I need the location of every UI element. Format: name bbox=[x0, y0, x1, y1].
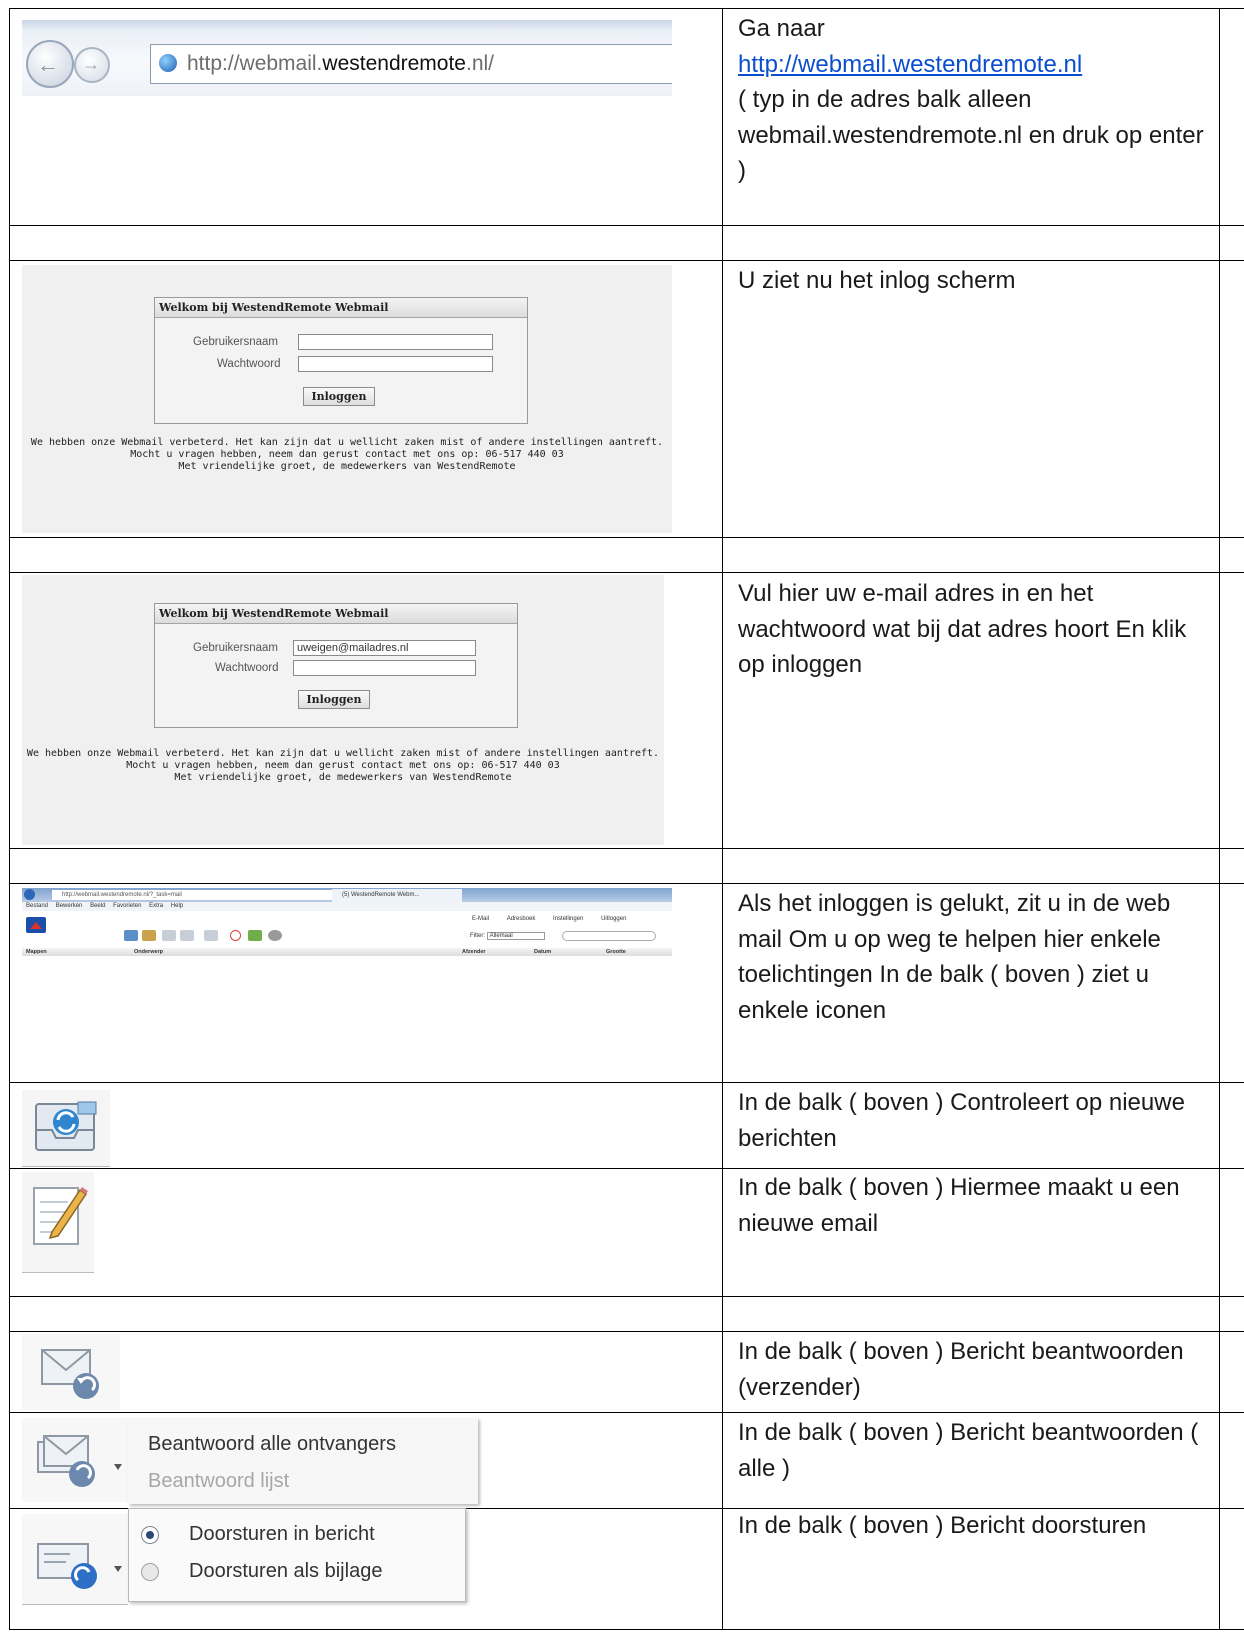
login-notice-line3: Met vriendelijke groet, de medewerkers v… bbox=[178, 461, 516, 472]
menu-bestand[interactable]: Bestand bbox=[26, 903, 48, 909]
login-filled-screenshot: Welkom bij WestendRemote Webmail Gebruik… bbox=[22, 575, 664, 845]
col-size[interactable]: Grootte bbox=[606, 948, 626, 956]
webmail-logo bbox=[26, 917, 46, 933]
instruction-check-mail: In de balk ( boven ) Controleert op nieu… bbox=[738, 1089, 1185, 1152]
instruction-compose: In de balk ( boven ) Hiermee maakt u een… bbox=[738, 1174, 1180, 1237]
login-title: Welkom bij WestendRemote Webmail bbox=[155, 604, 517, 624]
spam-icon[interactable] bbox=[248, 930, 262, 941]
forward-button[interactable]: → bbox=[74, 47, 110, 83]
menu-item-reply-all[interactable]: Beantwoord alle ontvangers bbox=[148, 1433, 396, 1456]
addressbook-link[interactable]: Adresboek bbox=[507, 916, 536, 922]
login-button[interactable]: Inloggen bbox=[298, 690, 370, 709]
check-mail-icon[interactable] bbox=[124, 930, 138, 941]
address-text: http://webmail.westendremote.nl/ bbox=[187, 52, 494, 75]
message-list-header: Mappen Onderwerp Afzender Datum Grootte bbox=[22, 948, 672, 956]
menu-favorieten[interactable]: Favorieten bbox=[113, 903, 141, 909]
instruction-address-bar-hint: ( typ in de adres balk alleen webmail.we… bbox=[738, 86, 1204, 184]
login-notice-line1: We hebben onze Webmail verbeterd. Het ka… bbox=[30, 437, 664, 448]
forward-icon[interactable] bbox=[204, 930, 218, 941]
menu-extra[interactable]: Extra bbox=[149, 903, 163, 909]
login-panel: Welkom bij WestendRemote Webmail Gebruik… bbox=[154, 603, 518, 728]
radio-unselected-icon[interactable] bbox=[141, 1563, 159, 1581]
login-screen-screenshot: Welkom bij WestendRemote Webmail Gebruik… bbox=[22, 265, 672, 533]
menu-help[interactable]: Help bbox=[171, 903, 183, 909]
login-notice-line1: We hebben onze Webmail verbeterd. Het ka… bbox=[26, 748, 660, 759]
reply-icon[interactable] bbox=[162, 930, 176, 941]
login-notice-line2: Mocht u vragen hebben, neem dan gerust c… bbox=[130, 449, 564, 460]
email-link[interactable]: E-Mail bbox=[472, 916, 489, 922]
browser-menu-bar: Bestand Bewerken Beeld Favorieten Extra … bbox=[22, 902, 672, 911]
settings-link[interactable]: Instellingen bbox=[553, 916, 583, 922]
webmail-link[interactable]: http://webmail.westendremote.nl bbox=[738, 51, 1082, 78]
username-field[interactable]: uweigen@mailadres.nl bbox=[293, 640, 476, 656]
webmail-screenshot: http://webmail.westendremote.nl/?_task=m… bbox=[22, 888, 672, 971]
instruction-forward: In de balk ( boven ) Bericht doorsturen bbox=[738, 1512, 1147, 1539]
reply-all-menu: Beantwoord alle ontvangers Beantwoord li… bbox=[128, 1418, 478, 1504]
username-label: Gebruikersnaam bbox=[193, 336, 279, 348]
login-button[interactable]: Inloggen bbox=[303, 387, 375, 406]
instruction-go-to-label: Ga naar bbox=[738, 15, 825, 42]
browser-address-bar-screenshot: ← → http://webmail.westendremote.nl/ bbox=[22, 20, 672, 96]
forward-arrow-icon: → bbox=[82, 54, 100, 74]
menu-item-forward-attachment[interactable]: Doorsturen als bijlage bbox=[189, 1560, 382, 1583]
password-label: Wachtwoord bbox=[217, 358, 281, 370]
compose-icon bbox=[22, 1172, 94, 1273]
instruction-login-screen: U ziet nu het inlog scherm bbox=[738, 267, 1016, 294]
login-notice-line2: Mocht u vragen hebben, neem dan gerust c… bbox=[126, 760, 560, 771]
instruction-webmail-intro: Als het inloggen is gelukt, zit u in de … bbox=[738, 890, 1171, 1024]
back-arrow-icon: ← bbox=[37, 52, 59, 77]
col-folders: Mappen bbox=[26, 949, 47, 955]
reply-all-icon[interactable] bbox=[180, 930, 194, 941]
compose-icon[interactable] bbox=[142, 930, 156, 941]
delete-icon[interactable] bbox=[230, 930, 241, 941]
filter-select[interactable]: Allemaal bbox=[486, 932, 545, 940]
menu-bewerken[interactable]: Bewerken bbox=[56, 903, 83, 909]
username-label: Gebruikersnaam bbox=[193, 642, 279, 654]
address-field[interactable]: http://webmail.westendremote.nl/ bbox=[150, 44, 672, 84]
forward-menu: Doorsturen in bericht Doorsturen als bij… bbox=[128, 1508, 466, 1602]
password-label: Wachtwoord bbox=[215, 662, 279, 674]
reply-icon bbox=[22, 1334, 120, 1410]
instruction-fill-login: Vul hier uw e-mail adres in en het wacht… bbox=[738, 580, 1187, 678]
search-input[interactable] bbox=[562, 931, 656, 941]
logout-link[interactable]: Uitloggen bbox=[601, 916, 626, 922]
forward-icon bbox=[22, 1514, 128, 1605]
back-button[interactable] bbox=[24, 889, 35, 900]
menu-beeld[interactable]: Beeld bbox=[90, 903, 105, 909]
login-title: Welkom bij WestendRemote Webmail bbox=[155, 298, 527, 318]
page-globe-icon bbox=[159, 54, 177, 72]
check-mail-icon bbox=[22, 1090, 110, 1167]
password-field[interactable] bbox=[298, 356, 493, 372]
username-field[interactable] bbox=[298, 334, 493, 350]
col-sender[interactable]: Afzender bbox=[462, 948, 486, 956]
instruction-reply-all: In de balk ( boven ) Bericht beantwoorde… bbox=[738, 1419, 1199, 1482]
filter-label: Filter: bbox=[470, 933, 485, 939]
col-date[interactable]: Datum bbox=[534, 948, 551, 956]
login-notice-line3: Met vriendelijke groet, de medewerkers v… bbox=[174, 772, 512, 783]
password-field[interactable] bbox=[293, 660, 476, 676]
radio-selected-icon[interactable] bbox=[141, 1526, 159, 1544]
reply-all-icon bbox=[22, 1418, 128, 1502]
instruction-go-to: Ga naar http://webmail.westendremote.nl … bbox=[738, 11, 1208, 189]
browser-tab[interactable]: (5) WestendRemote Webm... bbox=[332, 889, 462, 902]
menu-item-reply-list[interactable]: Beantwoord lijst bbox=[148, 1470, 289, 1493]
col-subject[interactable]: Onderwerp bbox=[134, 948, 163, 956]
instruction-reply: In de balk ( boven ) Bericht beantwoorde… bbox=[738, 1338, 1184, 1401]
gear-icon[interactable] bbox=[268, 930, 282, 941]
back-button[interactable]: ← bbox=[26, 40, 74, 88]
address-field[interactable]: http://webmail.westendremote.nl/?_task=m… bbox=[52, 890, 332, 900]
menu-item-forward-inline[interactable]: Doorsturen in bericht bbox=[189, 1523, 375, 1546]
login-panel: Welkom bij WestendRemote Webmail Gebruik… bbox=[154, 297, 528, 424]
